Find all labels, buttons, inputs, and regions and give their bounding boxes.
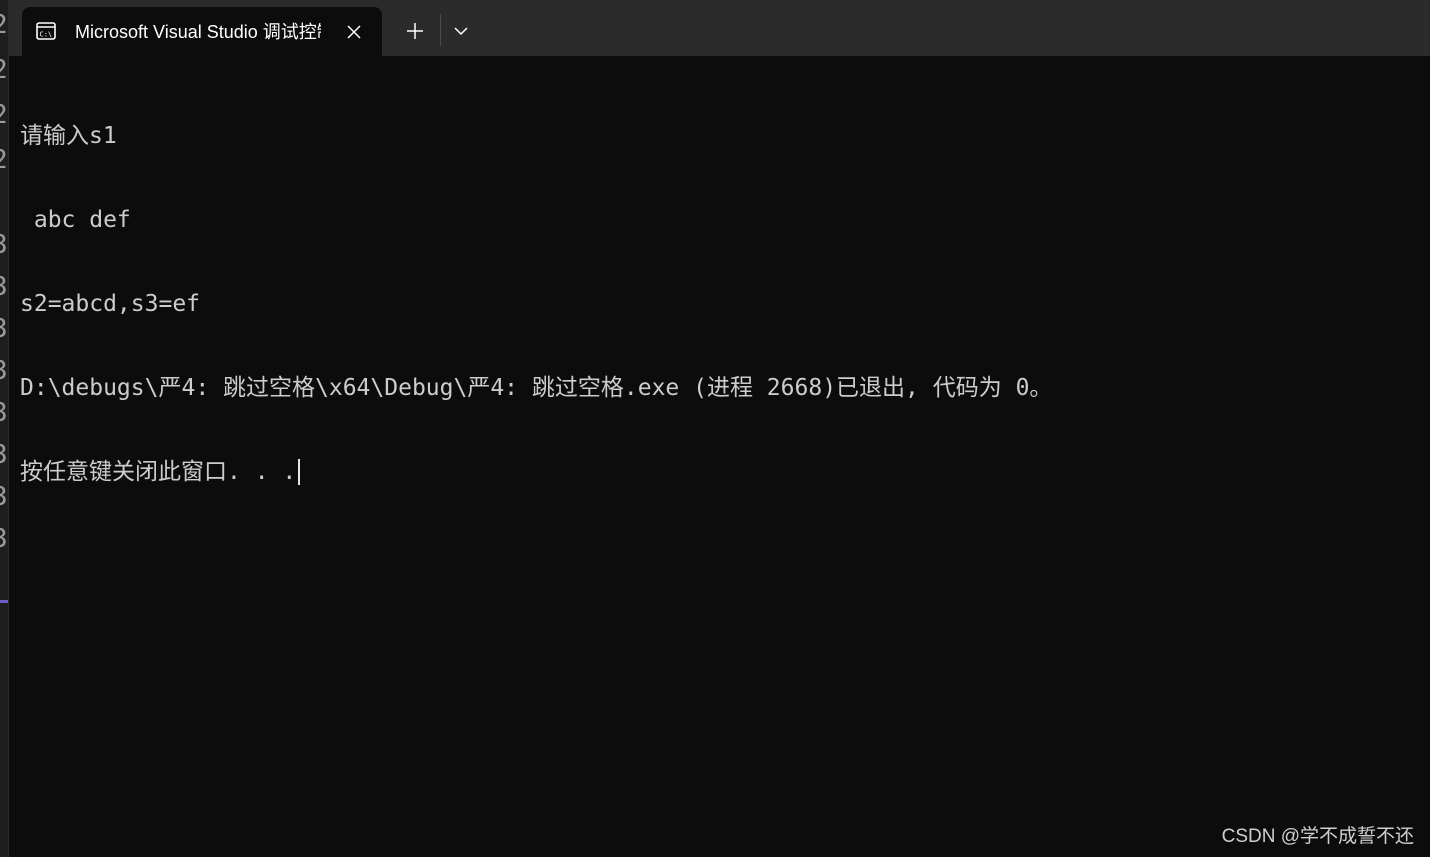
console-prompt-line: 按任意键关闭此窗口. . . — [20, 458, 1420, 486]
console-line: 请输入s1 — [20, 123, 117, 149]
watermark: CSDN @学不成誓不还 — [1221, 826, 1414, 847]
title-bar: C:\ Microsoft Visual Studio 调试控制台 — [8, 0, 1430, 56]
console-line: 按任意键关闭此窗口. . . — [20, 459, 297, 485]
svg-text:C:\: C:\ — [40, 31, 53, 39]
text-cursor — [298, 459, 301, 485]
tab-title: Microsoft Visual Studio 调试控制台 — [75, 22, 321, 42]
toolbar-divider — [440, 14, 441, 46]
background-window-edge: 2 2 2 2 3 3 3 3 3 3 3 3 — [0, 0, 9, 857]
terminal-window: 2 2 2 2 3 3 3 3 3 3 3 3 C:\ Microsoft Vi… — [0, 0, 1430, 857]
close-icon[interactable] — [342, 20, 366, 44]
console-output[interactable]: 请输入s1 abc def s2=abcd,s3=ef D:\debugs\严4… — [20, 66, 1420, 542]
console-icon: C:\ — [36, 22, 56, 40]
tab-active[interactable]: C:\ Microsoft Visual Studio 调试控制台 — [22, 7, 382, 56]
chevron-down-icon[interactable] — [446, 16, 476, 46]
plus-icon[interactable] — [400, 16, 430, 46]
console-line: s2=abcd,s3=ef — [20, 291, 201, 317]
console-line: D:\debugs\严4: 跳过空格\x64\Debug\严4: 跳过空格.ex… — [20, 375, 1053, 401]
console-line: abc def — [20, 207, 131, 233]
